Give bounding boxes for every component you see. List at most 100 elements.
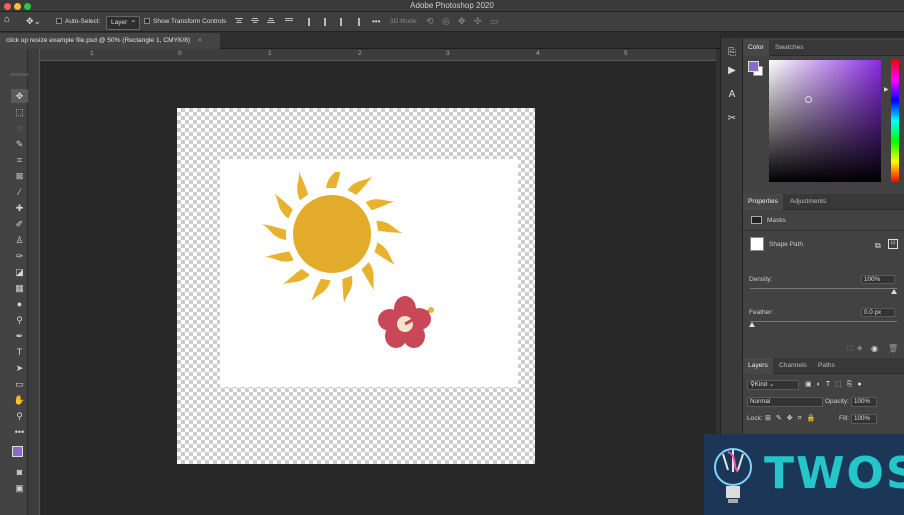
marquee-tool-icon[interactable]: ⬚ [11, 105, 28, 119]
layer-filter-icons[interactable]: ▣◐T⬚⎘● [805, 380, 867, 389]
3d-slide-icon[interactable]: ✣ [474, 15, 482, 27]
twos-watermark: TWOS [704, 434, 904, 515]
feather-slider[interactable] [750, 321, 897, 322]
density-slider-handle[interactable] [891, 289, 897, 294]
gradient-tool-icon[interactable]: ▦ [11, 281, 28, 295]
more-options-button[interactable]: ••• [372, 16, 380, 28]
distribute-spacing-icon[interactable] [354, 17, 363, 26]
document-tab[interactable]: click up resize example file.psd @ 50% (… [0, 33, 220, 49]
type-tool-icon[interactable]: T [11, 345, 28, 359]
minimize-window-button[interactable] [14, 3, 21, 10]
tab-channels[interactable]: Channels [774, 358, 812, 374]
shape-path-thumbnail[interactable] [750, 237, 764, 251]
feather-field[interactable]: 0.0 px [861, 308, 895, 317]
load-selection-icon[interactable]: ⬚ [847, 344, 854, 352]
blend-mode-dropdown[interactable]: Normal [747, 397, 823, 407]
add-pixel-mask-icon[interactable]: ⧉ [875, 241, 881, 251]
canvas-area[interactable] [41, 62, 716, 515]
tab-color[interactable]: Color [743, 40, 769, 56]
close-window-button[interactable] [4, 3, 11, 10]
auto-select-dropdown[interactable]: Layer [106, 15, 141, 30]
vertical-ruler[interactable] [28, 49, 40, 515]
delete-mask-icon[interactable]: 🗑 [888, 344, 898, 353]
pen-tool-icon[interactable]: ✒ [11, 329, 28, 343]
brush-settings-icon[interactable]: ✂ [725, 112, 739, 126]
show-transform-controls-checkbox[interactable]: Show Transform Controls [144, 16, 226, 28]
auto-select-checkbox[interactable]: Auto-Select: [56, 16, 100, 28]
ruler-label: 2 [358, 50, 362, 57]
lock-label: Lock: [747, 415, 763, 422]
blur-tool-icon[interactable]: ● [11, 297, 28, 311]
lock-icons[interactable]: ⊞✎✥⌗🔒 [765, 414, 820, 423]
3d-pan-icon[interactable]: ✥ [458, 15, 466, 27]
rectangle-tool-icon[interactable]: ▭ [11, 377, 28, 391]
clone-stamp-tool-icon[interactable]: ♙ [11, 233, 28, 247]
foreground-color-chip[interactable] [748, 61, 759, 72]
layer-kind-filter[interactable]: ⚲Kind ⌄ [747, 380, 799, 390]
actions-panel-icon[interactable]: ▶ [725, 64, 739, 78]
density-field[interactable]: 100% [861, 275, 895, 284]
eyedropper-tool-icon[interactable]: ⁄ [11, 185, 28, 199]
history-panel-icon[interactable]: ⎘ [725, 46, 739, 60]
3d-scale-icon[interactable]: ▭ [490, 15, 499, 27]
fill-field[interactable]: 100% [851, 414, 877, 424]
opacity-field[interactable]: 100% [851, 397, 877, 407]
history-brush-tool-icon[interactable]: ✑ [11, 249, 28, 263]
align-bottom-icon[interactable] [266, 17, 275, 26]
path-selection-tool-icon[interactable]: ➤ [11, 361, 28, 375]
distribute-left-icon[interactable] [304, 17, 313, 26]
hue-slider-handle[interactable]: ▶ [884, 86, 889, 93]
document-tab-bar: click up resize example file.psd @ 50% (… [0, 32, 720, 49]
zoom-window-button[interactable] [24, 3, 31, 10]
dodge-tool-icon[interactable]: ⚲ [11, 313, 28, 327]
crop-tool-icon[interactable]: ⌗ [11, 153, 28, 167]
sun-illustration[interactable] [257, 172, 407, 302]
screen-mode-icon[interactable]: ▣ [11, 481, 28, 495]
healing-brush-tool-icon[interactable]: ✚ [11, 201, 28, 215]
move-tool-preset-icon[interactable]: ✥⌄ [26, 15, 41, 27]
feather-label: Feather: [749, 309, 774, 316]
frame-tool-icon[interactable]: ⊠ [11, 169, 28, 183]
add-vector-mask-icon[interactable]: ⌑ [888, 239, 898, 249]
shape-path-label: Shape Path [769, 241, 803, 248]
edit-toolbar-icon[interactable]: ••• [11, 425, 28, 439]
character-panel-icon[interactable]: A [725, 88, 739, 102]
tab-properties[interactable]: Properties [743, 194, 784, 210]
blend-mode-value: Normal [750, 398, 771, 405]
distribute-right-icon[interactable] [336, 17, 345, 26]
zoom-tool-icon[interactable]: ⚲ [11, 409, 28, 423]
3d-roll-icon[interactable]: ◎ [442, 15, 450, 27]
color-picker-cursor[interactable] [805, 96, 812, 103]
tab-layers[interactable]: Layers [743, 358, 773, 374]
transparent-document[interactable] [177, 108, 535, 464]
color-picker-field[interactable] [769, 60, 881, 182]
eraser-tool-icon[interactable]: ◪ [11, 265, 28, 279]
move-tool-icon[interactable]: ✥ [11, 89, 28, 103]
toolbar-grip[interactable] [10, 73, 28, 76]
brush-tool-icon[interactable]: ✐ [11, 217, 28, 231]
tab-adjustments[interactable]: Adjustments [785, 194, 831, 210]
quick-select-tool-icon[interactable]: ✎ [11, 137, 28, 151]
apply-mask-icon[interactable]: ◈ [857, 344, 862, 352]
auto-select-label: Auto-Select: [65, 18, 101, 25]
tab-swatches[interactable]: Swatches [770, 40, 809, 56]
align-top-icon[interactable] [234, 17, 243, 26]
feather-slider-handle[interactable] [749, 322, 755, 327]
density-slider[interactable] [750, 288, 897, 289]
quick-mask-icon[interactable]: ◙ [11, 465, 28, 479]
watermark-text: TWOS [764, 448, 904, 499]
visibility-icon[interactable]: ◉ [871, 344, 878, 353]
distribute-center-icon[interactable] [320, 17, 329, 26]
align-vertical-center-icon[interactable] [250, 17, 259, 26]
horizontal-ruler[interactable]: 1 0 1 2 3 4 5 [40, 49, 716, 61]
hue-slider[interactable] [891, 60, 899, 182]
foreground-color-swatch[interactable] [12, 446, 23, 457]
hand-tool-icon[interactable]: ✋ [11, 393, 28, 407]
lasso-tool-icon[interactable]: ◌ [11, 121, 28, 135]
hibiscus-illustration[interactable] [375, 294, 441, 354]
close-tab-icon[interactable]: × [198, 37, 202, 44]
home-icon[interactable]: ⌂ [4, 14, 10, 26]
tab-paths[interactable]: Paths [813, 358, 840, 374]
3d-orbit-icon[interactable]: ⟲ [426, 15, 434, 27]
align-left-icon[interactable] [284, 17, 293, 26]
